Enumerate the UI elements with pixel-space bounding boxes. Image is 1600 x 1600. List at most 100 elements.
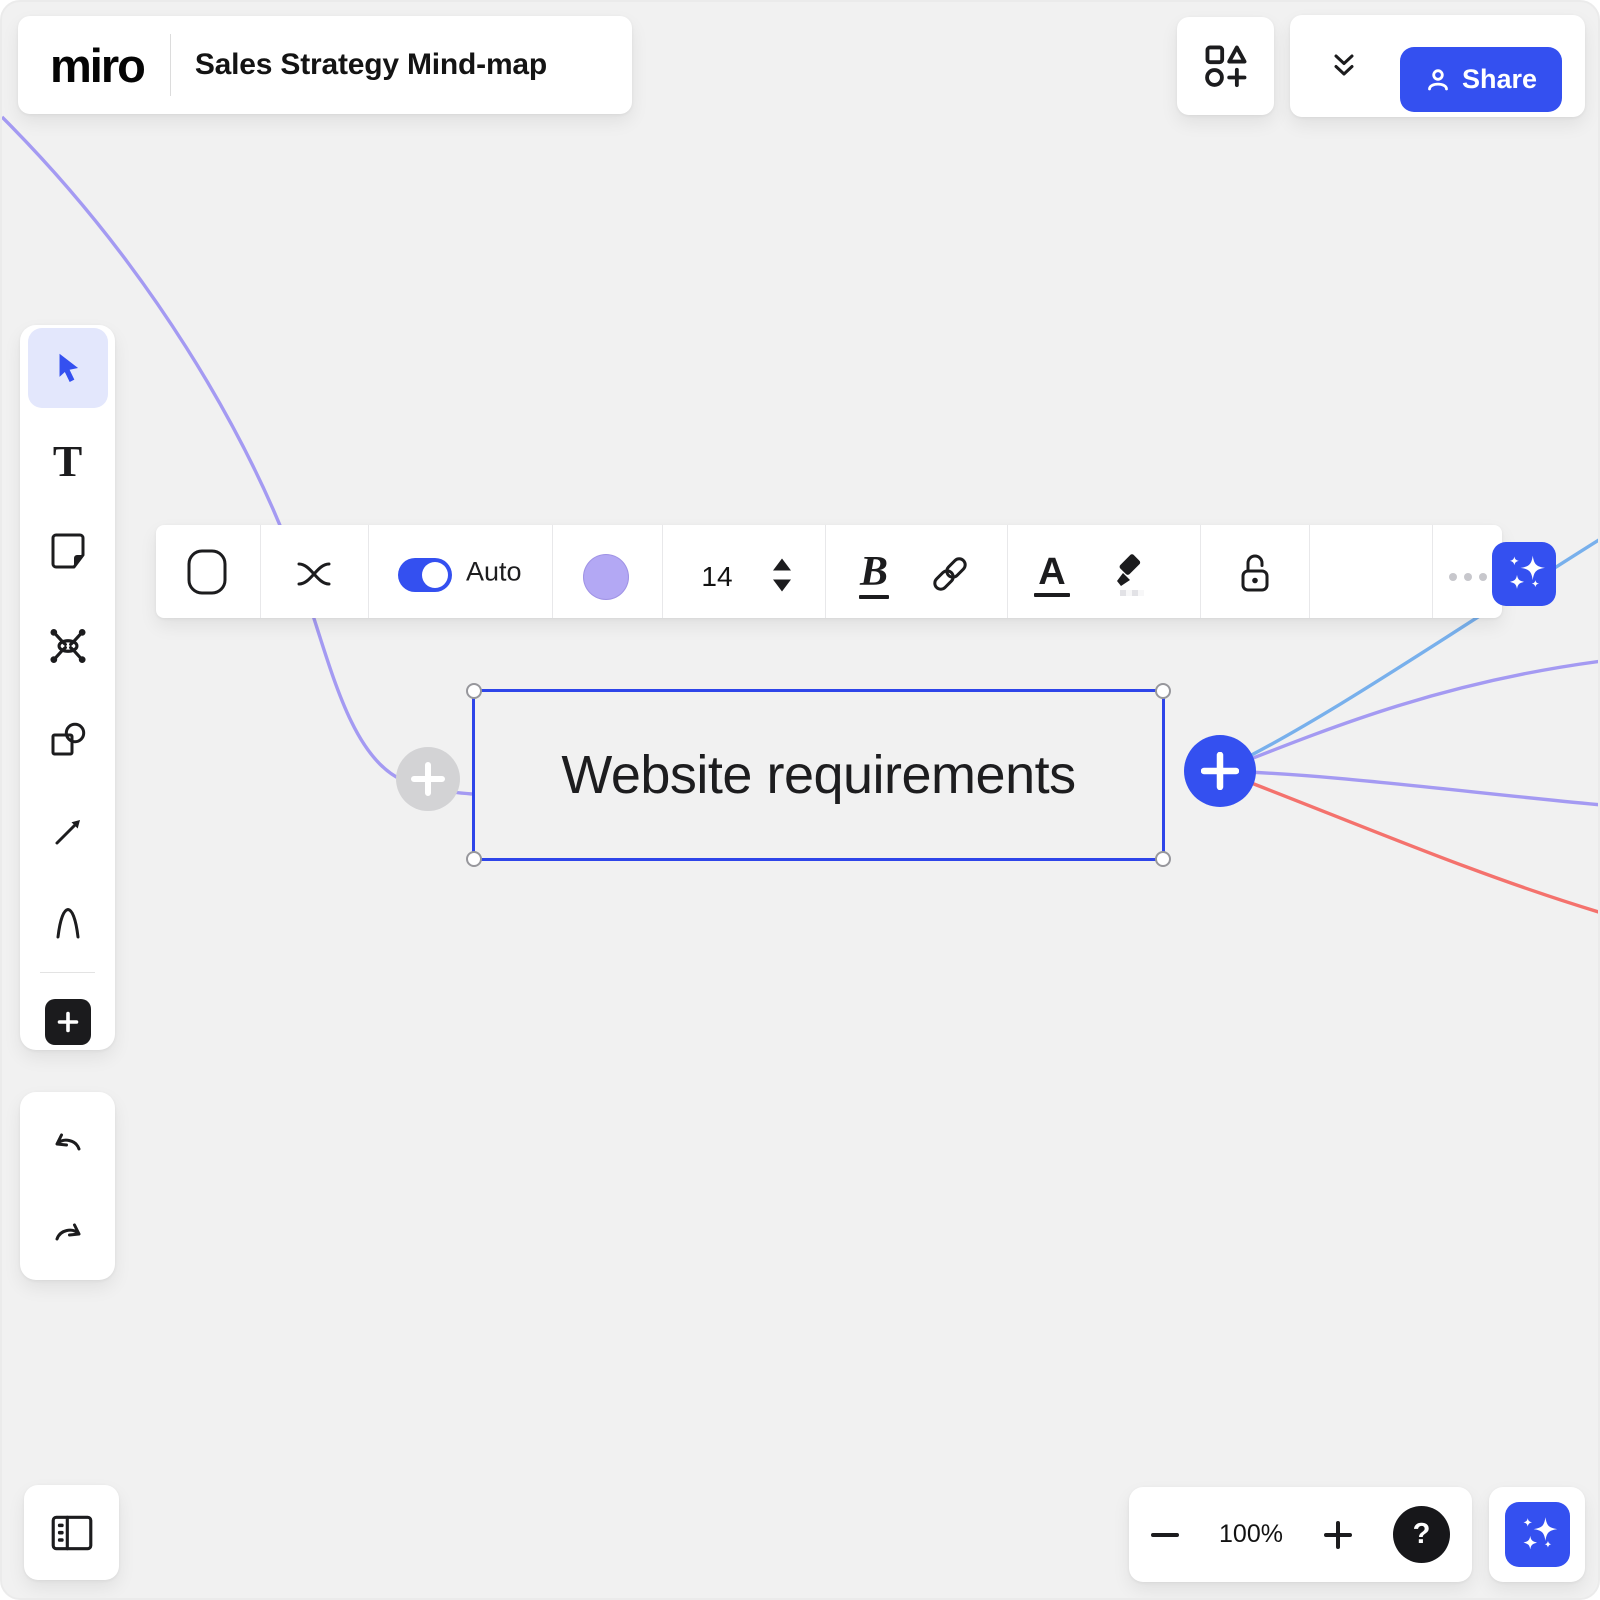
sidebar-panel-icon — [48, 1510, 96, 1556]
ellipsis-dot — [1479, 573, 1487, 581]
divider — [170, 34, 171, 96]
connector-child-purple-2 — [1220, 771, 1600, 805]
ai-assist-button[interactable] — [1492, 542, 1556, 606]
pen-icon — [48, 903, 88, 943]
divider — [825, 525, 826, 618]
templates-icon — [1203, 43, 1249, 89]
increase-font-icon[interactable] — [773, 559, 791, 571]
history-panel — [20, 1092, 115, 1280]
zoom-bar: 100% ? — [1129, 1487, 1472, 1582]
format-toolbar: Auto 14 B A — [156, 525, 1502, 618]
text-color-button[interactable]: A — [1034, 553, 1070, 597]
branch-style-icon — [295, 557, 333, 591]
miro-board-canvas[interactable]: Website requirements — [0, 0, 1600, 1600]
question-mark: ? — [1413, 1518, 1431, 1551]
color-swatch — [583, 554, 629, 600]
sticky-note-icon — [47, 530, 89, 572]
plus-icon — [1201, 752, 1239, 790]
miro-logo[interactable]: miro — [50, 38, 144, 93]
plus-icon — [57, 1011, 79, 1033]
tool-mind-map[interactable] — [28, 606, 108, 686]
add-parent-node-button[interactable] — [396, 747, 460, 811]
link-button[interactable] — [928, 552, 972, 596]
sparkles-icon — [1510, 1508, 1564, 1562]
share-label: Share — [1462, 64, 1537, 95]
connector-child-purple-1 — [1220, 661, 1600, 771]
divider — [40, 972, 95, 973]
auto-layout-toggle[interactable] — [398, 558, 452, 592]
collapse-button[interactable] — [1324, 46, 1364, 86]
lock-button[interactable] — [1236, 550, 1274, 596]
tool-text[interactable]: T — [28, 422, 108, 502]
cursor-icon — [50, 350, 86, 386]
sparkles-icon — [1496, 546, 1552, 602]
decrease-font-icon[interactable] — [773, 580, 791, 592]
person-icon — [1425, 67, 1451, 93]
divider — [662, 525, 663, 618]
frames-panel-button[interactable] — [24, 1485, 119, 1580]
resize-handle-bottom-right[interactable] — [1155, 851, 1171, 867]
auto-layout-label: Auto — [466, 557, 522, 588]
link-icon — [928, 552, 972, 596]
bold-button[interactable]: B — [859, 551, 889, 599]
zoom-out-button[interactable] — [1151, 1523, 1179, 1547]
add-tools-button[interactable] — [45, 999, 91, 1045]
transparency-checker — [1120, 590, 1144, 596]
shapes-icon — [48, 720, 88, 760]
divider — [1432, 525, 1433, 618]
resize-handle-top-right[interactable] — [1155, 683, 1171, 699]
highlighter-icon — [1108, 548, 1152, 598]
minus-icon — [1151, 1533, 1179, 1537]
text-color-underline — [1034, 593, 1070, 597]
rounded-rectangle-icon — [186, 548, 228, 596]
divider — [1200, 525, 1201, 618]
resize-handle-bottom-left[interactable] — [466, 851, 482, 867]
undo-icon — [48, 1127, 88, 1157]
board-header: miro Sales Strategy Mind-map — [18, 16, 632, 114]
mindmap-node-selected[interactable]: Website requirements — [472, 689, 1165, 861]
plus-icon — [1323, 1520, 1353, 1550]
tool-select[interactable] — [28, 328, 108, 408]
divider — [368, 525, 369, 618]
tool-arrow[interactable] — [28, 792, 108, 872]
more-options-button[interactable] — [1449, 573, 1487, 581]
toggle-knob — [422, 562, 448, 588]
templates-button[interactable] — [1177, 17, 1274, 115]
tool-sticky-note[interactable] — [28, 511, 108, 591]
board-title[interactable]: Sales Strategy Mind-map — [195, 48, 547, 82]
unlock-icon — [1236, 550, 1274, 596]
divider — [552, 525, 553, 618]
double-chevron-down-icon — [1331, 51, 1357, 81]
resize-handle-top-left[interactable] — [466, 683, 482, 699]
help-button[interactable]: ? — [1393, 1506, 1450, 1563]
highlight-button[interactable] — [1108, 548, 1152, 598]
divider — [1007, 525, 1008, 618]
ai-assist-corner-button[interactable] — [1505, 1502, 1570, 1567]
share-button[interactable]: Share — [1400, 47, 1562, 112]
divider — [260, 525, 261, 618]
branch-style-button[interactable] — [295, 557, 333, 591]
ellipsis-dot — [1449, 573, 1457, 581]
text-tool-icon: T — [53, 440, 82, 484]
redo-icon — [48, 1217, 88, 1247]
creation-toolbar: T — [20, 325, 115, 1050]
bold-underline — [859, 595, 889, 599]
zoom-level[interactable]: 100% — [1219, 1520, 1283, 1549]
connector-child-red — [1220, 771, 1600, 913]
tool-shapes[interactable] — [28, 700, 108, 780]
font-size-stepper[interactable] — [773, 559, 791, 592]
node-color-button[interactable] — [583, 554, 629, 600]
redo-button[interactable] — [28, 1192, 108, 1272]
plus-icon — [411, 762, 445, 796]
collaboration-panel: Share — [1290, 15, 1585, 117]
divider — [1309, 525, 1310, 618]
ai-panel — [1489, 1487, 1585, 1582]
mind-map-icon — [47, 625, 89, 667]
ellipsis-dot — [1464, 573, 1472, 581]
font-size-value[interactable]: 14 — [701, 561, 732, 593]
add-child-node-button[interactable] — [1184, 735, 1256, 807]
zoom-in-button[interactable] — [1323, 1520, 1353, 1550]
tool-pen[interactable] — [28, 883, 108, 963]
undo-button[interactable] — [28, 1102, 108, 1182]
node-shape-button[interactable] — [186, 548, 228, 596]
